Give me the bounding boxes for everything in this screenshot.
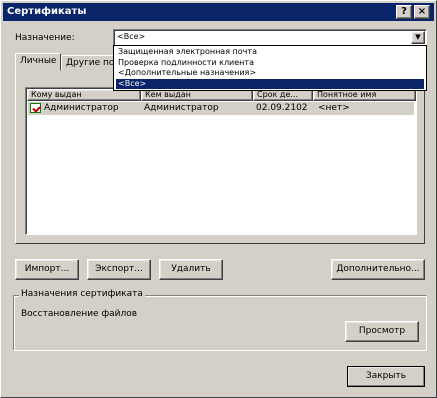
purpose-selected-value: <Все> [117,32,146,41]
purpose-dropdown-list[interactable]: Защищенная электронная почта Проверка по… [113,45,427,91]
purpose-option-client-auth[interactable]: Проверка подлинности клиента [116,58,424,68]
certificates-dialog: Сертификаты ? × Назначение: <Все> ▼ Защи… [0,0,437,398]
advanced-button[interactable]: Дополнительно... [331,259,425,280]
purpose-option-secure-email[interactable]: Защищенная электронная почта [116,47,424,57]
certificates-list[interactable]: Кому выдан Кем выдан Срок де... Понятное… [25,87,417,235]
title-bar[interactable]: Сертификаты ? × [3,3,434,21]
certificate-purposes-title: Назначения сертификата [19,289,145,299]
cell-issued-to: Администратор [44,103,119,113]
tab-personal[interactable]: Личные [15,53,62,71]
purpose-select[interactable]: <Все> ▼ [113,29,427,46]
import-button[interactable]: Импорт... [15,259,79,280]
chevron-down-icon[interactable]: ▼ [411,31,425,44]
window-title: Сертификаты [7,6,87,17]
cell-friendly-name: <нет> [318,103,350,113]
certificate-icon [30,103,41,113]
cell-expiration: 02.09.2102 [256,103,308,113]
certificate-purposes-value: Восстановление файлов [21,309,138,319]
tab-other-people[interactable]: Другие по [61,55,120,70]
purpose-label: Назначение: [15,33,75,43]
purpose-option-additional[interactable]: <Дополнительные назначения> [116,68,424,78]
view-button[interactable]: Просмотр [345,321,419,342]
remove-button[interactable]: Удалить [159,259,223,280]
close-button[interactable]: Закрыть [347,366,425,387]
export-button[interactable]: Экспорт... [87,259,151,280]
cell-issued-by: Администратор [144,103,219,113]
table-row[interactable]: Администратор Администратор 02.09.2102 <… [28,102,414,115]
purpose-option-all[interactable]: <Все> [116,79,424,89]
close-icon[interactable]: × [414,5,430,19]
help-button[interactable]: ? [396,5,412,19]
